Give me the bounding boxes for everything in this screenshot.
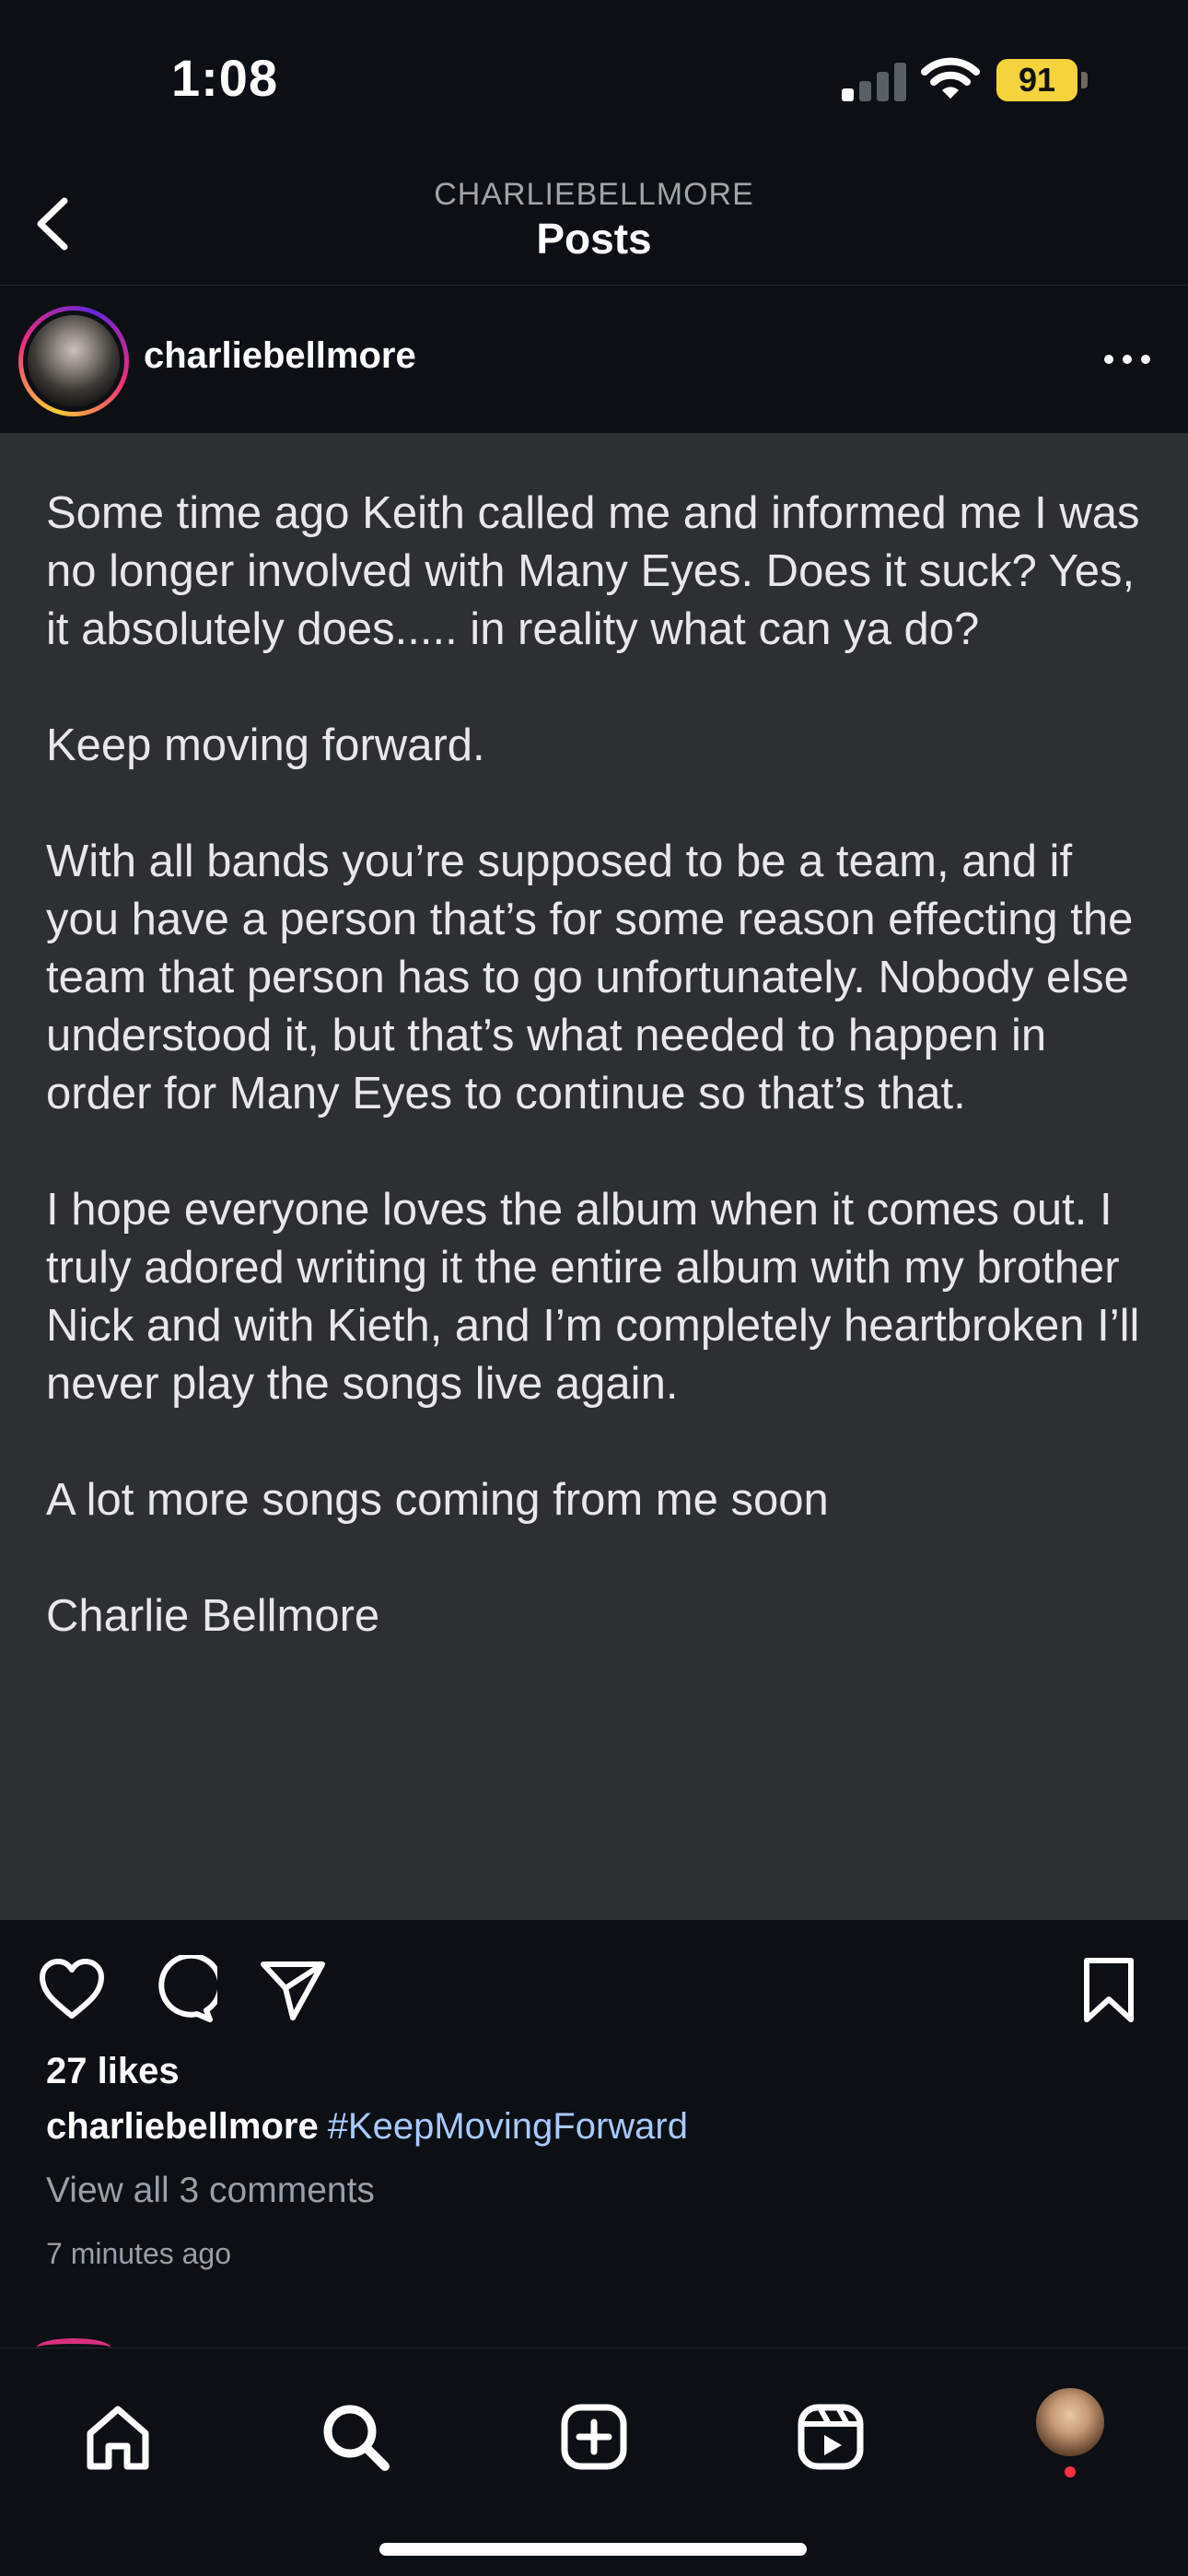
battery-icon: 91: [996, 59, 1089, 101]
post-content[interactable]: Some time ago Keith called me and inform…: [0, 433, 1188, 1920]
save-bookmark-icon[interactable]: [1074, 1955, 1144, 2025]
more-options-icon[interactable]: [1101, 350, 1153, 369]
comment-icon[interactable]: [147, 1955, 217, 2025]
bottom-tab-bar: [0, 2348, 1188, 2576]
battery-level: 91: [996, 59, 1077, 101]
caption-hashtag[interactable]: #KeepMovingForward: [328, 2106, 688, 2147]
post-caption: charliebellmore #KeepMovingForward: [46, 2106, 688, 2148]
post-actions: [0, 1920, 1188, 2058]
instagram-post-screen: 1:08 91 CHARLIEBELLMORE Posts charliebel…: [0, 0, 1188, 2576]
search-icon[interactable]: [319, 2400, 392, 2474]
avatar[interactable]: [18, 306, 129, 416]
post-timestamp: 7 minutes ago: [46, 2237, 232, 2270]
home-icon[interactable]: [81, 2400, 155, 2474]
home-indicator[interactable]: [379, 2543, 807, 2556]
likes-count[interactable]: 27 likes: [46, 2051, 180, 2092]
share-icon[interactable]: [258, 1955, 328, 2025]
notification-dot: [1065, 2466, 1076, 2477]
profile-avatar[interactable]: [1033, 2385, 1107, 2459]
status-bar: 1:08 91: [0, 0, 1188, 147]
page-title: Posts: [536, 215, 652, 263]
reels-icon[interactable]: [794, 2400, 868, 2474]
wifi-icon: [921, 57, 980, 99]
status-time: 1:08: [171, 49, 279, 107]
signal-icon: [842, 61, 906, 101]
post-username[interactable]: charliebellmore: [144, 335, 416, 377]
create-icon[interactable]: [557, 2400, 631, 2474]
post-text: Some time ago Keith called me and inform…: [46, 488, 1140, 1641]
caption-username[interactable]: charliebellmore: [46, 2106, 319, 2147]
post-header: charliebellmore: [0, 286, 1188, 433]
like-icon[interactable]: [37, 1955, 107, 2025]
nav-header: CHARLIEBELLMORE Posts: [0, 157, 1188, 286]
view-comments-link[interactable]: View all 3 comments: [46, 2171, 375, 2211]
header-username: CHARLIEBELLMORE: [434, 177, 754, 212]
